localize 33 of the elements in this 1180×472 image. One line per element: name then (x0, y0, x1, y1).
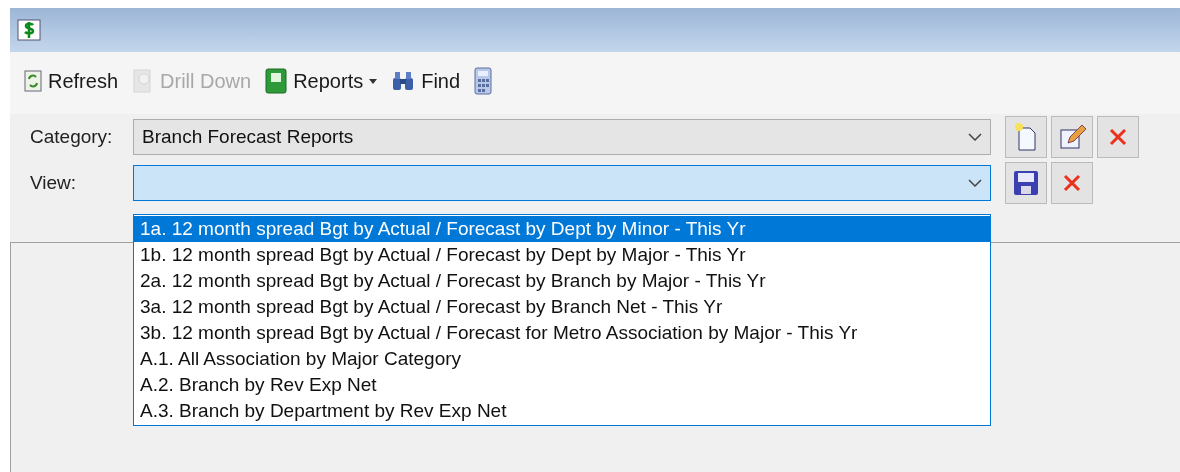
toolbar-button[interactable]: Find (391, 66, 461, 96)
category-dropdown[interactable]: Branch Forecast Reports (133, 119, 991, 155)
dollar-icon (17, 19, 41, 41)
calculator-icon (474, 67, 493, 95)
delete-button[interactable] (1097, 116, 1139, 158)
save-icon (1013, 170, 1039, 196)
category-label: Category: (30, 124, 114, 149)
dropdown-option[interactable]: 2a. 12 month spread Bgt by Actual / Forecast by Branch by Major - This Yr (134, 268, 990, 294)
dropdown-option[interactable]: A.1. All Association by Major Category (134, 346, 990, 372)
binoculars-icon (391, 70, 416, 92)
delete-icon (1108, 127, 1128, 147)
refresh-icon (24, 70, 42, 92)
view-dropdown[interactable] (133, 165, 991, 201)
chevron-down-icon (968, 133, 982, 141)
save-button[interactable] (1005, 162, 1047, 204)
delete-button[interactable] (1051, 162, 1093, 204)
edit-button[interactable] (1051, 116, 1093, 158)
pencil-icon (1058, 123, 1086, 151)
dropdown-option[interactable]: 3b. 12 month spread Bgt by Actual / Forecast for Metro Association by Major - This Yr (134, 320, 990, 346)
dropdown-option[interactable]: A.2. Branch by Rev Exp Net (134, 372, 990, 398)
new-button[interactable] (1005, 116, 1047, 158)
dropdown-option[interactable]: 1b. 12 month spread Bgt by Actual / Forecast by Dept by Major - This Yr (134, 242, 990, 268)
dropdown-option[interactable]: 1a. 12 month spread Bgt by Actual / Forecast by Dept by Minor - This Yr (134, 216, 990, 242)
dropdown-option[interactable]: 3a. 12 month spread Bgt by Actual / Forecast by Branch Net - This Yr (134, 294, 990, 320)
book-icon (265, 68, 288, 94)
toolbar-button[interactable]: Reports (265, 66, 378, 96)
new-document-icon (1014, 122, 1038, 152)
toolbar-button[interactable] (474, 67, 493, 95)
toolbar-button[interactable]: Refresh (24, 66, 119, 96)
view-label: View: (30, 170, 78, 195)
dropdown-option[interactable]: A.3. Branch by Department by Rev Exp Net (134, 398, 990, 424)
chevron-down-icon (968, 179, 982, 187)
delete-icon (1062, 173, 1082, 193)
